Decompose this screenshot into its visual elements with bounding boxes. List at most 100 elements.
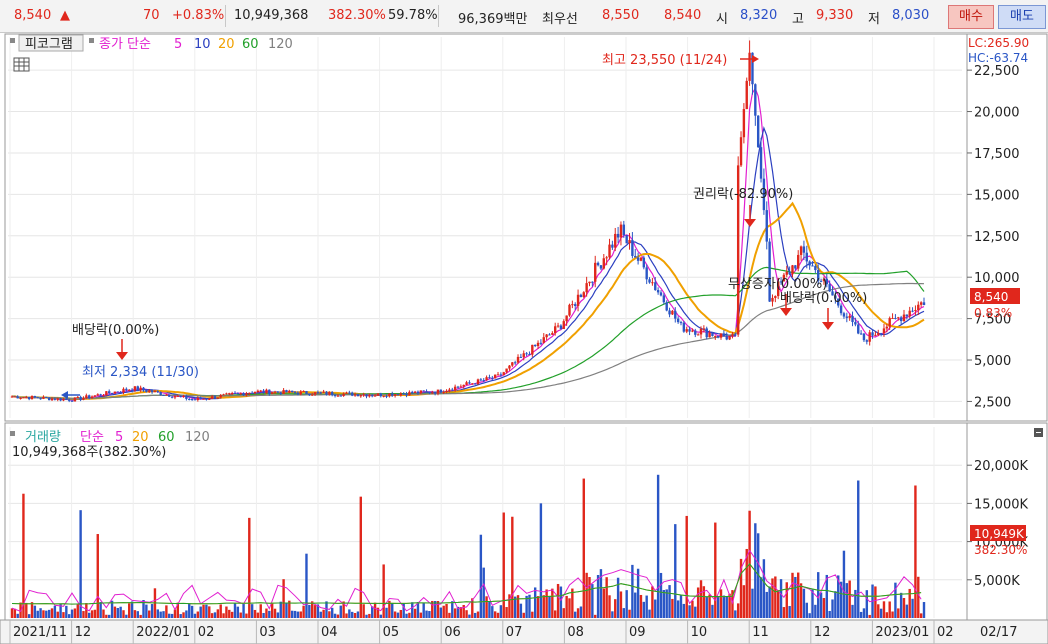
volume-bar [665, 589, 668, 618]
volume-bar [548, 595, 551, 618]
candle-body [47, 397, 51, 401]
volume-bar [622, 608, 626, 618]
volume-bar [917, 576, 920, 618]
volume-bar [628, 609, 631, 618]
volume-bar [102, 609, 105, 618]
volume-bar [482, 567, 485, 618]
candle-body [368, 395, 371, 397]
volume-bar [682, 603, 686, 618]
volume-bar [319, 611, 322, 618]
candle-body [351, 392, 354, 396]
candle-body [676, 318, 680, 323]
volume-bar [42, 610, 45, 618]
candle-body [50, 398, 54, 401]
candle-body [436, 389, 440, 394]
candle-body [276, 391, 280, 393]
volume-bar [139, 614, 142, 618]
ma120-label: 120 [268, 37, 293, 52]
volume-bar [877, 604, 880, 618]
candle-body [719, 333, 723, 338]
volume-bar [768, 586, 771, 618]
candle-body [168, 394, 171, 397]
table-icon[interactable] [13, 57, 30, 72]
candle-body [162, 394, 165, 396]
volume-bar [565, 595, 568, 618]
candle-body [62, 399, 65, 401]
candle-body [493, 374, 497, 379]
candle-body [236, 393, 240, 395]
candle-body [45, 397, 48, 399]
candle-body [128, 389, 131, 391]
candle-body [808, 261, 811, 266]
volume-bar [170, 613, 174, 618]
volume-bar [654, 599, 657, 618]
candle-body [388, 393, 391, 397]
volume-bar [16, 613, 19, 618]
candle-body [625, 234, 628, 244]
volume-bar [148, 610, 151, 618]
sell-button[interactable]: 매도 [998, 5, 1046, 29]
hc-value: HC:-63.74 [968, 51, 1028, 65]
volume-bar [668, 585, 671, 618]
volume-bar [476, 611, 480, 618]
volume-bar [128, 603, 131, 618]
candle-body [313, 392, 317, 395]
low-label: 저 [868, 12, 880, 27]
volume-axis-frame [966, 422, 1048, 621]
volume-bar [70, 609, 74, 618]
candle-body [671, 310, 674, 315]
volume-bar [276, 612, 280, 618]
volume-bar [273, 608, 277, 618]
candle-body [119, 391, 122, 393]
buy-button[interactable]: 매수 [948, 5, 994, 29]
candle-body [250, 392, 254, 394]
candle-body [113, 391, 117, 394]
candle-body [90, 396, 94, 398]
stock-chart[interactable]: 22,50020,00017,50015,00012,50010,0007,50… [0, 32, 1048, 644]
candle-body [877, 333, 880, 335]
candle-body [611, 244, 614, 248]
volume-bar [851, 604, 854, 618]
volume-bar [862, 608, 866, 618]
current-volume-pct: 382.30% [974, 543, 1027, 557]
volume-bar [353, 612, 357, 618]
volume-bar [245, 613, 248, 618]
candle-body [899, 317, 903, 322]
candle-body [745, 80, 748, 110]
candle-body [702, 328, 706, 330]
volume-bar [425, 610, 428, 618]
up-triangle-icon: ▲ [60, 8, 70, 23]
volume-bar [605, 577, 608, 618]
volume-bar [22, 493, 25, 618]
candle-body [759, 147, 763, 179]
candle-body [516, 356, 520, 363]
candle-body [642, 257, 646, 268]
x-axis-label: 05 [383, 625, 400, 640]
volume-bar [751, 588, 754, 618]
candle-body [788, 271, 791, 275]
volume-bar [533, 587, 537, 618]
candle-body [130, 389, 134, 391]
volume-bar [233, 603, 237, 618]
volume-bar [716, 596, 720, 618]
volume-bar [179, 614, 182, 618]
candle-body [331, 392, 334, 396]
volume-bar [433, 601, 437, 618]
candle-body [333, 395, 337, 397]
price-tick-label: 12,500 [974, 230, 1020, 245]
candle-body [857, 324, 860, 334]
volume-bar [285, 603, 288, 618]
candle-body [419, 390, 423, 394]
candle-body [471, 383, 474, 385]
candle-body [442, 392, 445, 394]
volume-bar [333, 613, 337, 618]
volume-bar [888, 601, 891, 618]
volume-bar [496, 612, 500, 618]
volume-bar [448, 612, 451, 618]
candle-body [911, 310, 914, 312]
volume-bar [545, 589, 548, 618]
volume-bar [762, 559, 766, 618]
volume-bar [228, 609, 231, 618]
candle-body [156, 391, 160, 393]
volume-bar [828, 610, 831, 618]
